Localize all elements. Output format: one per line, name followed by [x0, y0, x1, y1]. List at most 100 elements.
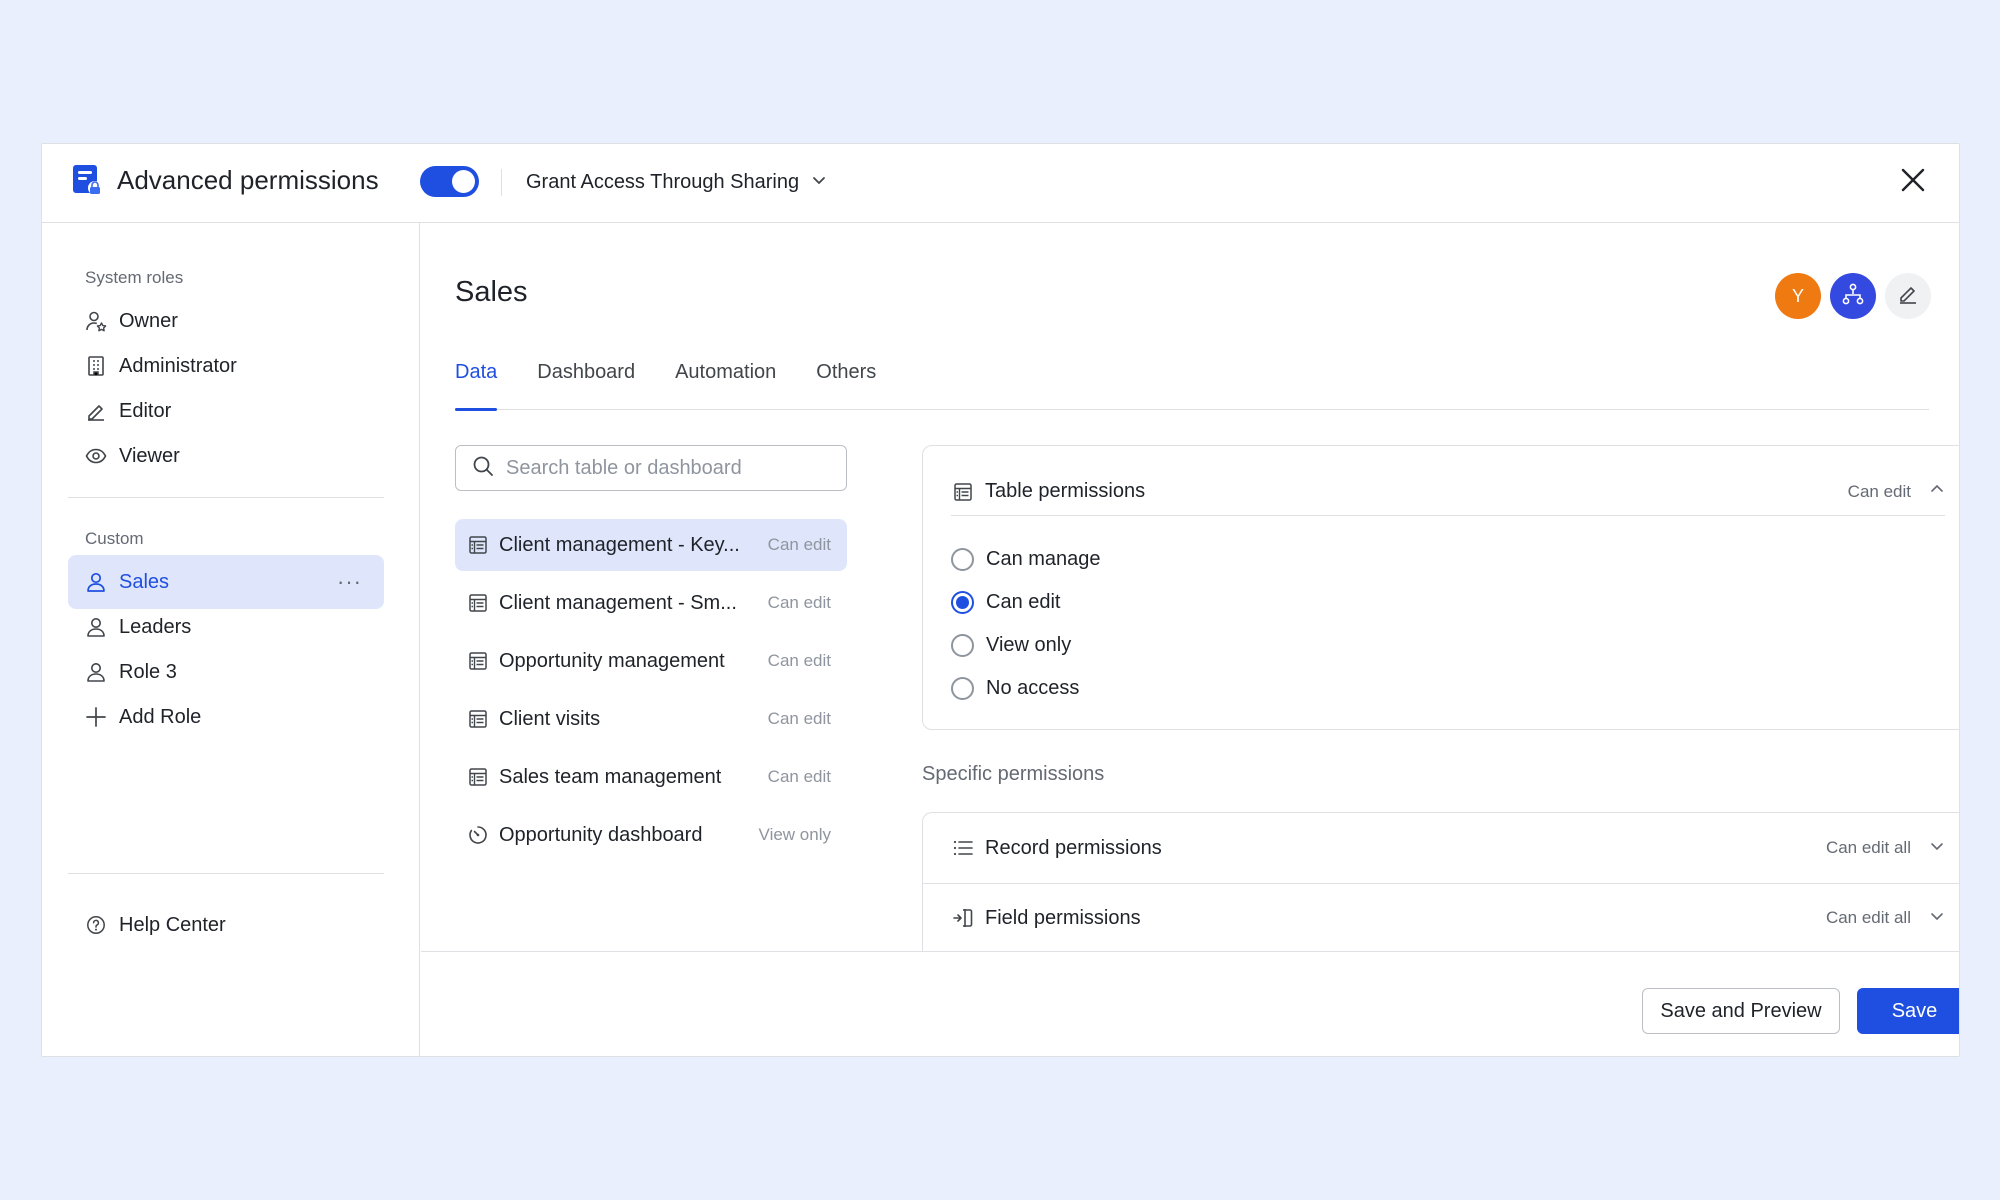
record-permissions-row[interactable]: Record permissions Can edit all	[951, 813, 1945, 883]
option-view-only[interactable]: View only	[951, 624, 1101, 667]
table-permissions-card: Table permissions Can edit Can manage Ca…	[922, 445, 1959, 730]
option-no-access[interactable]: No access	[951, 667, 1101, 710]
specific-permissions-card: Record permissions Can edit all Field pe…	[922, 812, 1959, 953]
chevron-down-icon	[1929, 908, 1945, 929]
toggle-knob	[452, 170, 475, 193]
dashboard-icon	[467, 824, 489, 846]
header-divider	[501, 169, 502, 196]
radio-button[interactable]	[951, 634, 974, 657]
permissions-app-icon	[72, 164, 102, 196]
add-role-label: Add Role	[119, 705, 202, 728]
modal-footer: Save and Preview Save	[421, 951, 1959, 1056]
field-permissions-row[interactable]: Field permissions Can edit all	[951, 883, 1945, 953]
table-icon	[467, 592, 489, 614]
plus-icon	[84, 705, 108, 729]
sidebar-item-label: Sales	[119, 570, 170, 593]
avatar-group: Y	[1775, 273, 1931, 319]
item-name: Opportunity management	[499, 649, 725, 672]
option-label: Can edit	[986, 591, 1061, 613]
sidebar-item-label: Role 3	[119, 660, 177, 683]
option-can-edit[interactable]: Can edit	[951, 581, 1101, 624]
table-permissions-header[interactable]: Table permissions Can edit	[951, 468, 1945, 516]
radio-button[interactable]	[951, 548, 974, 571]
list-item[interactable]: Sales team management Can edit	[455, 751, 847, 803]
role-title: Sales	[455, 276, 528, 308]
more-options-icon[interactable]: ···	[337, 569, 362, 595]
record-permissions-value: Can edit all	[1825, 838, 1911, 857]
search-input[interactable]	[506, 456, 826, 480]
tab-others[interactable]: Others	[816, 353, 876, 410]
permissions-modal: Advanced permissions Grant Access Throug…	[41, 143, 1960, 1057]
org-chart-icon	[1841, 282, 1865, 311]
item-name: Sales team management	[499, 765, 722, 788]
table-permission-options: Can manage Can edit View only No access	[951, 538, 1101, 710]
radio-button[interactable]	[951, 591, 974, 614]
field-icon	[951, 906, 975, 930]
advanced-permissions-toggle[interactable]	[420, 166, 479, 197]
grant-access-label: Grant Access Through Sharing	[526, 170, 800, 193]
list-item[interactable]: Client management - Key... Can edit	[455, 519, 847, 571]
item-permission: Can edit	[767, 535, 831, 554]
item-permission: Can edit	[767, 593, 831, 612]
list-item[interactable]: Client visits Can edit	[455, 693, 847, 745]
option-label: No access	[986, 677, 1080, 699]
table-icon	[467, 650, 489, 672]
table-icon	[467, 766, 489, 788]
pencil-icon	[1897, 283, 1919, 310]
radio-button[interactable]	[951, 677, 974, 700]
specific-permissions-label: Specific permissions	[922, 763, 1105, 785]
table-permissions-title: Table permissions	[985, 480, 1146, 502]
close-button[interactable]	[1895, 164, 1931, 200]
option-label: View only	[986, 634, 1072, 656]
role-sidebar: System roles Owner Administrator Editor …	[42, 223, 420, 1056]
sidebar-item-viewer[interactable]: Viewer	[68, 429, 384, 483]
custom-roles-label: Custom	[85, 529, 144, 548]
tab-dashboard[interactable]: Dashboard	[537, 353, 635, 410]
item-permission: Can edit	[767, 651, 831, 670]
item-name: Client management - Sm...	[499, 591, 737, 614]
sidebar-item-label: Owner	[119, 309, 178, 332]
user-icon	[84, 660, 108, 684]
chevron-down-icon	[1929, 838, 1945, 859]
field-permissions-value: Can edit all	[1825, 908, 1911, 927]
save-and-preview-button[interactable]: Save and Preview	[1642, 988, 1840, 1034]
tab-data[interactable]: Data	[455, 353, 498, 411]
item-permission: Can edit	[767, 709, 831, 728]
option-can-manage[interactable]: Can manage	[951, 538, 1101, 581]
item-name: Client management - Key...	[499, 533, 740, 556]
list-item[interactable]: Opportunity management Can edit	[455, 635, 847, 687]
avatar[interactable]: Y	[1775, 273, 1821, 319]
field-permissions-title: Field permissions	[985, 906, 1141, 929]
add-role-button[interactable]: Add Role	[68, 690, 384, 744]
record-permissions-title: Record permissions	[985, 836, 1162, 859]
chevron-up-icon[interactable]	[1929, 481, 1945, 502]
grant-access-dropdown[interactable]: Grant Access Through Sharing	[526, 166, 827, 198]
modal-header: Advanced permissions Grant Access Throug…	[42, 144, 1959, 223]
search-box	[455, 445, 847, 491]
table-permissions-value: Can edit	[1847, 481, 1911, 501]
edit-members-button[interactable]	[1885, 273, 1931, 319]
avatar-initial: Y	[1791, 285, 1804, 306]
list-item[interactable]: Client management - Sm... Can edit	[455, 577, 847, 629]
table-list: Client management - Key... Can edit Clie…	[455, 519, 847, 867]
close-icon	[1900, 167, 1926, 198]
building-icon	[84, 354, 108, 378]
sidebar-item-label: Editor	[119, 399, 172, 422]
help-center-link[interactable]: Help Center	[68, 898, 384, 952]
pencil-icon	[84, 399, 108, 423]
search-icon	[472, 455, 494, 482]
sidebar-item-label: Leaders	[119, 615, 192, 638]
owner-icon	[84, 309, 108, 333]
help-icon	[84, 913, 108, 937]
modal-title: Advanced permissions	[117, 165, 379, 195]
table-icon	[467, 534, 489, 556]
tab-automation[interactable]: Automation	[675, 353, 776, 410]
role-detail-panel: Sales Y Data Dashboard Automation Others	[421, 223, 1959, 1056]
list-item[interactable]: Opportunity dashboard View only	[455, 809, 847, 861]
user-icon	[84, 615, 108, 639]
item-permission: Can edit	[767, 767, 831, 786]
org-chart-avatar[interactable]	[1830, 273, 1876, 319]
save-button[interactable]: Save	[1857, 988, 1959, 1034]
chevron-down-icon	[811, 171, 827, 194]
eye-icon	[84, 444, 108, 468]
